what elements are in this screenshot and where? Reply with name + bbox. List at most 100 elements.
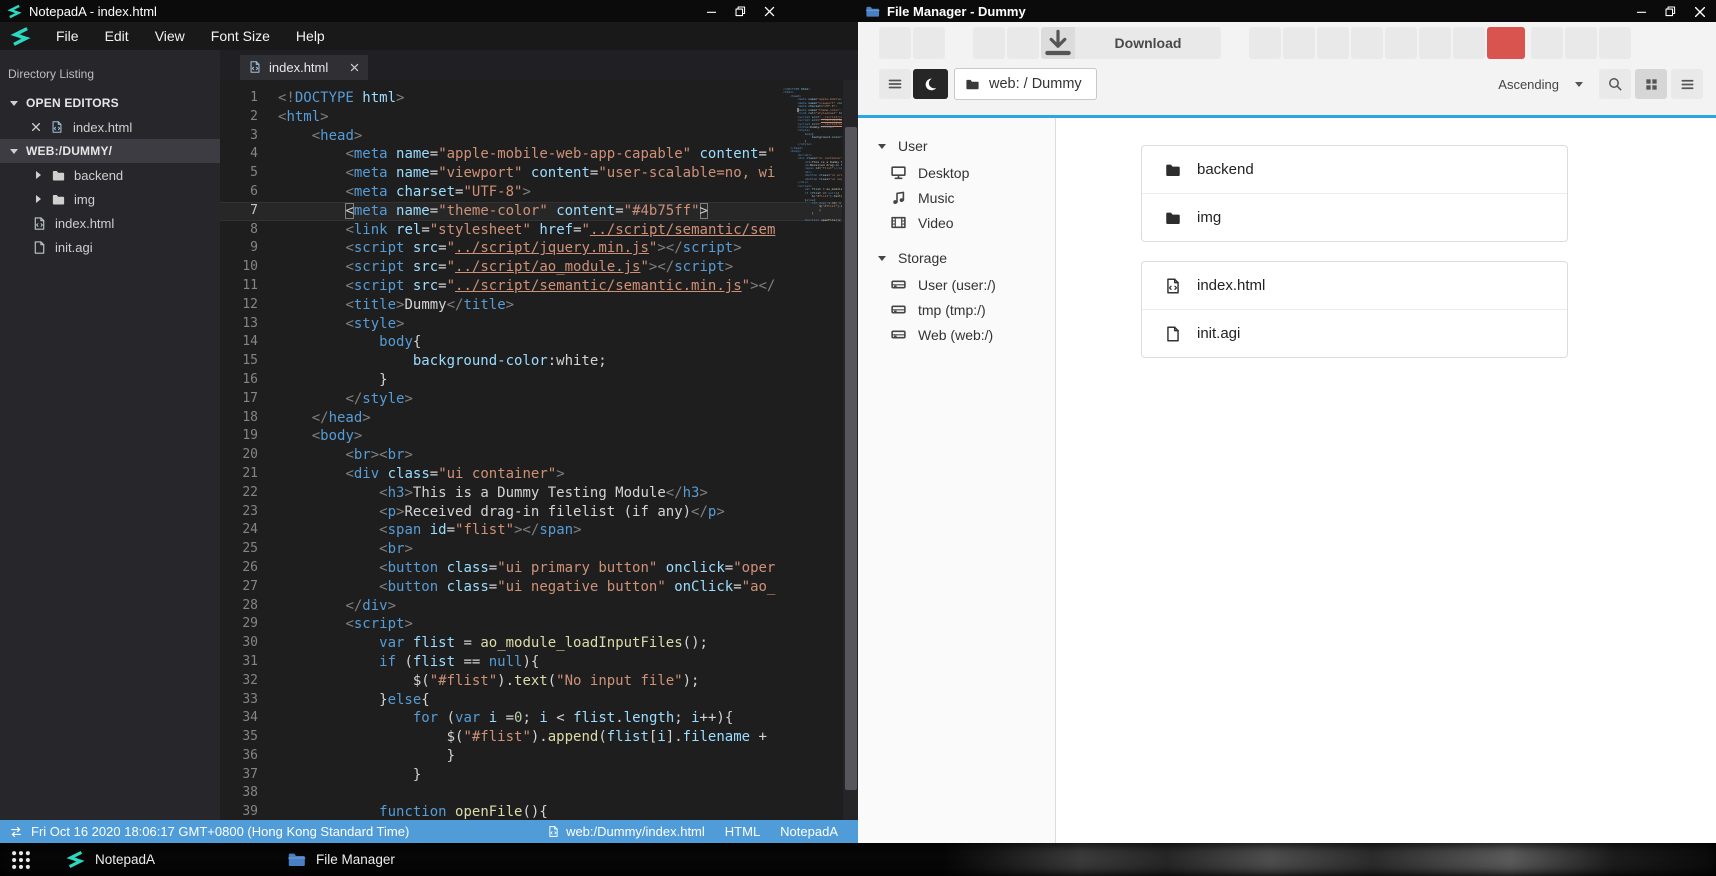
up-button[interactable] bbox=[913, 27, 945, 59]
close-icon[interactable] bbox=[349, 62, 360, 73]
taskbar-item-file-manager[interactable]: File Manager bbox=[277, 843, 405, 876]
status-file-path[interactable]: web:/Dummy/index.html bbox=[566, 824, 705, 839]
menu-edit[interactable]: Edit bbox=[92, 22, 142, 50]
info-button[interactable] bbox=[1565, 27, 1597, 59]
scrollbar-thumb[interactable] bbox=[844, 127, 857, 790]
back-button[interactable] bbox=[879, 27, 911, 59]
file-code-icon bbox=[547, 825, 560, 838]
chevron-down-icon bbox=[10, 100, 18, 106]
taskbar: NotepadA File Manager bbox=[0, 843, 1716, 876]
sidebar-section-header-user[interactable]: User bbox=[858, 132, 1055, 160]
refresh-button[interactable] bbox=[1531, 27, 1563, 59]
tree-item-backend[interactable]: backend bbox=[0, 163, 220, 187]
menu-font-size[interactable]: Font Size bbox=[198, 22, 283, 50]
notepada-status-bar: Fri Oct 16 2020 18:06:17 GMT+0800 (Hong … bbox=[0, 820, 858, 843]
sync-arrows-icon bbox=[9, 825, 23, 839]
code-text[interactable]: <!DOCTYPE html> <html> <head> <meta name=… bbox=[278, 89, 783, 820]
delete-button[interactable] bbox=[1487, 27, 1525, 59]
copy-button[interactable] bbox=[1249, 27, 1281, 59]
close-icon[interactable] bbox=[30, 121, 42, 133]
taskbar-item-notepada[interactable]: NotepadA bbox=[56, 843, 165, 876]
drive-icon bbox=[890, 276, 907, 293]
upload-button[interactable] bbox=[1419, 27, 1451, 59]
sidebar-item-tmp-tmp-[interactable]: tmp (tmp:/) bbox=[858, 297, 1055, 322]
file-manager-toolbar: Download? web: / Dummy Ascending bbox=[858, 22, 1716, 118]
editor-area: index.html 1 2 3 4 5 6 7 8 9 10 11 12 13 14 15 16 17 18 19… bbox=[220, 50, 858, 820]
tree-item-init-agi[interactable]: init.agi bbox=[0, 235, 220, 259]
notepada-menubar: File Edit View Font Size Help bbox=[0, 22, 858, 50]
folder-icon bbox=[51, 192, 66, 207]
folder-icon bbox=[965, 77, 980, 92]
restore-icon[interactable] bbox=[1664, 5, 1677, 18]
search-button[interactable] bbox=[1599, 69, 1631, 99]
file-manager-titlebar: File Manager - Dummy bbox=[858, 0, 1716, 22]
open-editors-header[interactable]: OPEN EDITORS bbox=[0, 91, 220, 115]
sidebar-item-web-web-[interactable]: Web (web:/) bbox=[858, 322, 1055, 347]
download-label: Download bbox=[1114, 35, 1182, 51]
sidebar-section-header-storage[interactable]: Storage bbox=[858, 244, 1055, 272]
file-plain-icon bbox=[1164, 325, 1182, 343]
download-button[interactable]: Download bbox=[1041, 27, 1221, 59]
close-icon[interactable] bbox=[1693, 5, 1706, 18]
desktop-icon bbox=[890, 164, 907, 181]
file-manager-window: File Manager - Dummy Download? web: / Du… bbox=[858, 0, 1716, 843]
folder-black-icon bbox=[1164, 161, 1182, 179]
notepada-logo-icon bbox=[10, 26, 31, 47]
help-button[interactable]: ? bbox=[1599, 27, 1631, 59]
line-number-gutter: 1 2 3 4 5 6 7 8 9 10 11 12 13 14 15 16 17 18 19 20 21 22 23 24 2… bbox=[242, 90, 258, 820]
sidebar-item-video[interactable]: Video bbox=[858, 210, 1055, 235]
tree-item-index-html[interactable]: index.html bbox=[0, 211, 220, 235]
tab-index-html[interactable]: index.html bbox=[240, 55, 368, 80]
file-row-init-agi[interactable]: init.agi bbox=[1142, 309, 1567, 357]
status-time: Fri Oct 16 2020 18:06:17 GMT+0800 (Hong … bbox=[31, 824, 410, 839]
file-code-icon bbox=[248, 60, 263, 75]
chevron-down-icon[interactable] bbox=[1575, 81, 1583, 87]
minimize-icon[interactable] bbox=[705, 5, 718, 18]
rename-button[interactable] bbox=[1453, 27, 1485, 59]
directory-listing-panel: Directory Listing OPEN EDITORS index.htm… bbox=[0, 50, 220, 820]
sidebar-section-storage: Storage User (user:/) tmp (tmp:/) Web (web:… bbox=[858, 244, 1055, 347]
new-folder-button[interactable] bbox=[1385, 27, 1417, 59]
sort-order-dropdown[interactable]: Ascending bbox=[1498, 77, 1559, 92]
minimap[interactable]: <!DOCTYPE html> <html> <head> <meta name=… bbox=[783, 88, 842, 820]
file-code-icon bbox=[50, 120, 65, 135]
menu-help[interactable]: Help bbox=[283, 22, 338, 50]
sidebar-item-music[interactable]: Music bbox=[858, 185, 1055, 210]
folder-icon bbox=[287, 850, 306, 869]
menu-button[interactable] bbox=[879, 69, 911, 99]
sidebar-section-user: User Desktop Music Video bbox=[858, 132, 1055, 235]
sidebar-item-user-user-[interactable]: User (user:/) bbox=[858, 272, 1055, 297]
open-editor-item-index-html[interactable]: index.html bbox=[0, 115, 220, 139]
folder-icon bbox=[51, 168, 66, 183]
open-button[interactable] bbox=[973, 27, 1005, 59]
file-code-icon bbox=[1164, 277, 1182, 295]
status-app-name[interactable]: NotepadA bbox=[780, 824, 838, 839]
breadcrumb[interactable]: web: / Dummy bbox=[954, 68, 1097, 100]
restore-icon[interactable] bbox=[734, 5, 747, 18]
file-list-area[interactable]: backend img index.html init.agi bbox=[1056, 118, 1716, 843]
open-in-new-button[interactable] bbox=[1007, 27, 1039, 59]
sidebar-item-desktop[interactable]: Desktop bbox=[858, 160, 1055, 185]
file-manager-window-title: File Manager - Dummy bbox=[887, 3, 1026, 19]
close-icon[interactable] bbox=[763, 5, 776, 18]
apps-grid-icon[interactable] bbox=[8, 847, 34, 873]
menu-file[interactable]: File bbox=[43, 22, 92, 50]
paste-button[interactable] bbox=[1283, 27, 1315, 59]
chevron-down-icon bbox=[878, 255, 886, 261]
new-file-button[interactable] bbox=[1351, 27, 1383, 59]
workspace-header-web-dummy[interactable]: WEB:/DUMMY/ bbox=[0, 139, 220, 163]
theme-toggle-button[interactable] bbox=[913, 69, 948, 99]
status-language[interactable]: HTML bbox=[725, 824, 760, 839]
file-row-backend[interactable]: backend bbox=[1142, 146, 1567, 193]
code-editor[interactable]: 1 2 3 4 5 6 7 8 9 10 11 12 13 14 15 16 17 18 19 20 21 22 23 24 2… bbox=[220, 80, 858, 820]
minimize-icon[interactable] bbox=[1635, 5, 1648, 18]
file-row-index-html[interactable]: index.html bbox=[1142, 262, 1567, 309]
menu-view[interactable]: View bbox=[142, 22, 198, 50]
cut-button[interactable] bbox=[1317, 27, 1349, 59]
file-row-img[interactable]: img bbox=[1142, 193, 1567, 241]
editor-scrollbar[interactable] bbox=[843, 80, 858, 820]
list-view-button[interactable] bbox=[1671, 69, 1703, 99]
grid-view-button[interactable] bbox=[1635, 69, 1667, 99]
file-plain-icon bbox=[32, 240, 47, 255]
tree-item-img[interactable]: img bbox=[0, 187, 220, 211]
